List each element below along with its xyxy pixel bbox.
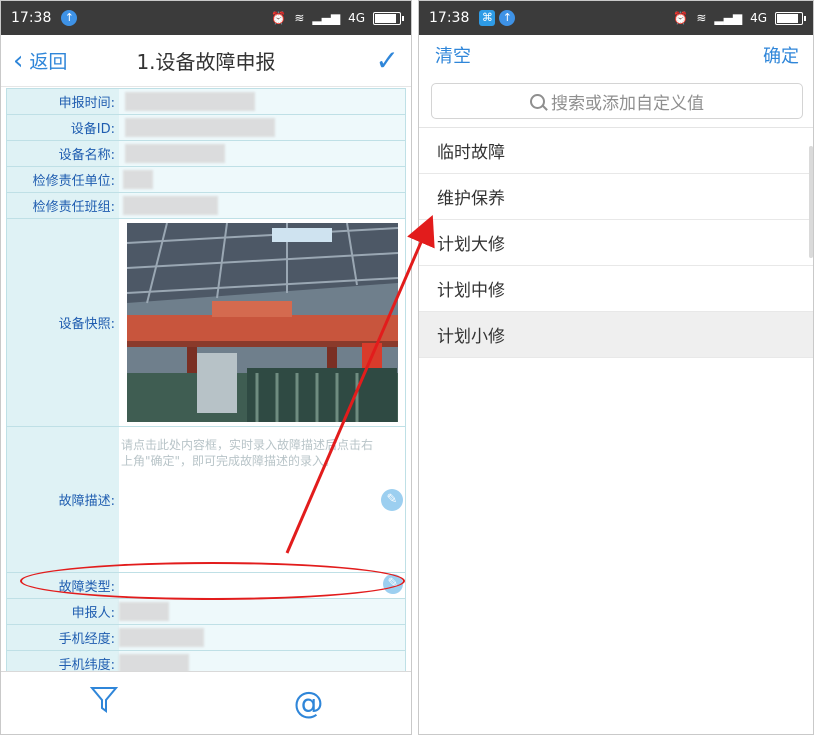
form-row-device-id: 设备ID:	[7, 115, 405, 141]
upload-notification-icon: ↑	[499, 10, 516, 26]
photo-label: 设备快照:	[7, 219, 119, 426]
battery-icon	[373, 11, 404, 25]
search-input[interactable]: 搜索或添加自定义值	[431, 83, 803, 119]
network-type: 4G	[750, 11, 767, 25]
alarm-icon: ⏰	[673, 11, 689, 25]
wifi-icon: ≋	[294, 11, 305, 25]
bottom-toolbar: @	[1, 671, 411, 734]
fault-type-options: 临时故障 维护保养 计划大修 计划中修 计划小修	[419, 127, 813, 358]
option-label: 计划小修	[437, 327, 505, 347]
form-row-repair-unit: 检修责任单位:	[7, 167, 405, 193]
reporter-label: 申报人:	[7, 599, 119, 624]
report-time-label: 申报时间:	[7, 89, 119, 114]
list-item[interactable]: 维护保养	[419, 174, 813, 220]
search-icon	[530, 93, 545, 109]
status-icons: ⏰ ≋ ▂▄▆ 4G	[673, 11, 806, 25]
status-bar: 17:38 ⌘ ↑ ⏰ ≋ ▂▄▆ 4G	[419, 1, 813, 35]
form-row-device-name: 设备名称:	[7, 141, 405, 167]
option-label: 计划大修	[437, 235, 505, 255]
device-name-value	[119, 141, 405, 166]
network-type: 4G	[348, 11, 365, 25]
battery-icon	[775, 11, 806, 25]
device-name-label: 设备名称:	[7, 141, 119, 166]
filter-icon[interactable]	[89, 684, 119, 722]
list-item[interactable]: 计划中修	[419, 266, 813, 312]
option-label: 维护保养	[437, 189, 505, 209]
longitude-value	[119, 625, 405, 650]
fault-report-form: 申报时间: 设备ID: 设备名称: 检修责任单位: 检修责任班组: 设备快照:	[6, 88, 406, 677]
crane-photo-illustration	[127, 223, 398, 422]
back-label: 返回	[29, 51, 68, 73]
form-row-fault-type: 故障类型: ✎	[7, 573, 405, 599]
at-icon[interactable]: @	[294, 686, 324, 721]
device-id-label: 设备ID:	[7, 115, 119, 140]
chevron-left-icon: ‹	[13, 45, 24, 76]
right-phone-screen: 17:38 ⌘ ↑ ⏰ ≋ ▂▄▆ 4G 清空 确定 搜索或添加自定义值 临时故…	[418, 0, 814, 735]
option-label: 计划中修	[437, 281, 505, 301]
wifi-icon: ≋	[696, 11, 707, 25]
edit-pencil-icon[interactable]: ✎	[381, 489, 403, 511]
alarm-icon: ⏰	[271, 11, 287, 25]
filter-icon-glyph	[89, 687, 118, 713]
picker-header: 清空 确定	[419, 35, 813, 75]
description-placeholder: 请点击此处内容框，实时录入故障描述后点击右上角"确定"，即可完成故障描述的录入。	[121, 438, 374, 468]
device-id-value	[119, 115, 405, 140]
search-placeholder: 搜索或添加自定义值	[551, 93, 704, 114]
page-header: ‹ 返回 1.设备故障申报 ✓	[1, 35, 411, 87]
app-notification-icon: ⌘	[479, 10, 496, 26]
list-item[interactable]: 计划大修	[419, 220, 813, 266]
photo-value	[119, 219, 405, 426]
signal-icon: ▂▄▆	[312, 11, 341, 25]
repair-team-value	[119, 193, 405, 218]
confirm-check-icon[interactable]: ✓	[376, 44, 399, 77]
signal-icon: ▂▄▆	[714, 11, 743, 25]
confirm-button[interactable]: 确定	[763, 42, 799, 68]
form-row-description: 故障描述: 请点击此处内容框，实时录入故障描述后点击右上角"确定"，即可完成故障…	[7, 427, 405, 573]
repair-unit-value	[119, 167, 405, 192]
status-time: 17:38	[429, 10, 470, 26]
description-field[interactable]: 请点击此处内容框，实时录入故障描述后点击右上角"确定"，即可完成故障描述的录入。…	[119, 427, 405, 572]
fault-type-field[interactable]: ✎	[119, 573, 405, 598]
longitude-label: 手机经度:	[7, 625, 119, 650]
device-snapshot-image[interactable]	[127, 223, 398, 422]
scrollbar[interactable]	[809, 146, 813, 258]
back-button[interactable]: ‹ 返回	[13, 47, 67, 74]
form-row-report-time: 申报时间:	[7, 89, 405, 115]
repair-team-label: 检修责任班组:	[7, 193, 119, 218]
fault-type-label: 故障类型:	[7, 573, 119, 598]
clear-button[interactable]: 清空	[435, 42, 471, 68]
form-row-reporter: 申报人:	[7, 599, 405, 625]
repair-unit-label: 检修责任单位:	[7, 167, 119, 192]
report-time-value	[119, 89, 405, 114]
status-icons: ⏰ ≋ ▂▄▆ 4G	[271, 11, 404, 25]
description-label: 故障描述:	[7, 427, 119, 572]
upload-notification-icon: ↑	[61, 10, 78, 26]
edit-pencil-icon[interactable]: ✎	[383, 574, 403, 594]
form-row-photo: 设备快照:	[7, 219, 405, 427]
reporter-value	[119, 599, 405, 624]
status-time: 17:38	[11, 10, 52, 26]
option-label: 临时故障	[437, 143, 505, 163]
list-item[interactable]: 临时故障	[419, 128, 813, 174]
form-row-longitude: 手机经度:	[7, 625, 405, 651]
list-item[interactable]: 计划小修	[419, 312, 813, 358]
form-row-repair-team: 检修责任班组:	[7, 193, 405, 219]
status-bar: 17:38 ↑ ⏰ ≋ ▂▄▆ 4G	[1, 1, 411, 35]
left-phone-screen: 17:38 ↑ ⏰ ≋ ▂▄▆ 4G ‹ 返回 1.设备故障申报 ✓ 申报时间:…	[0, 0, 412, 735]
